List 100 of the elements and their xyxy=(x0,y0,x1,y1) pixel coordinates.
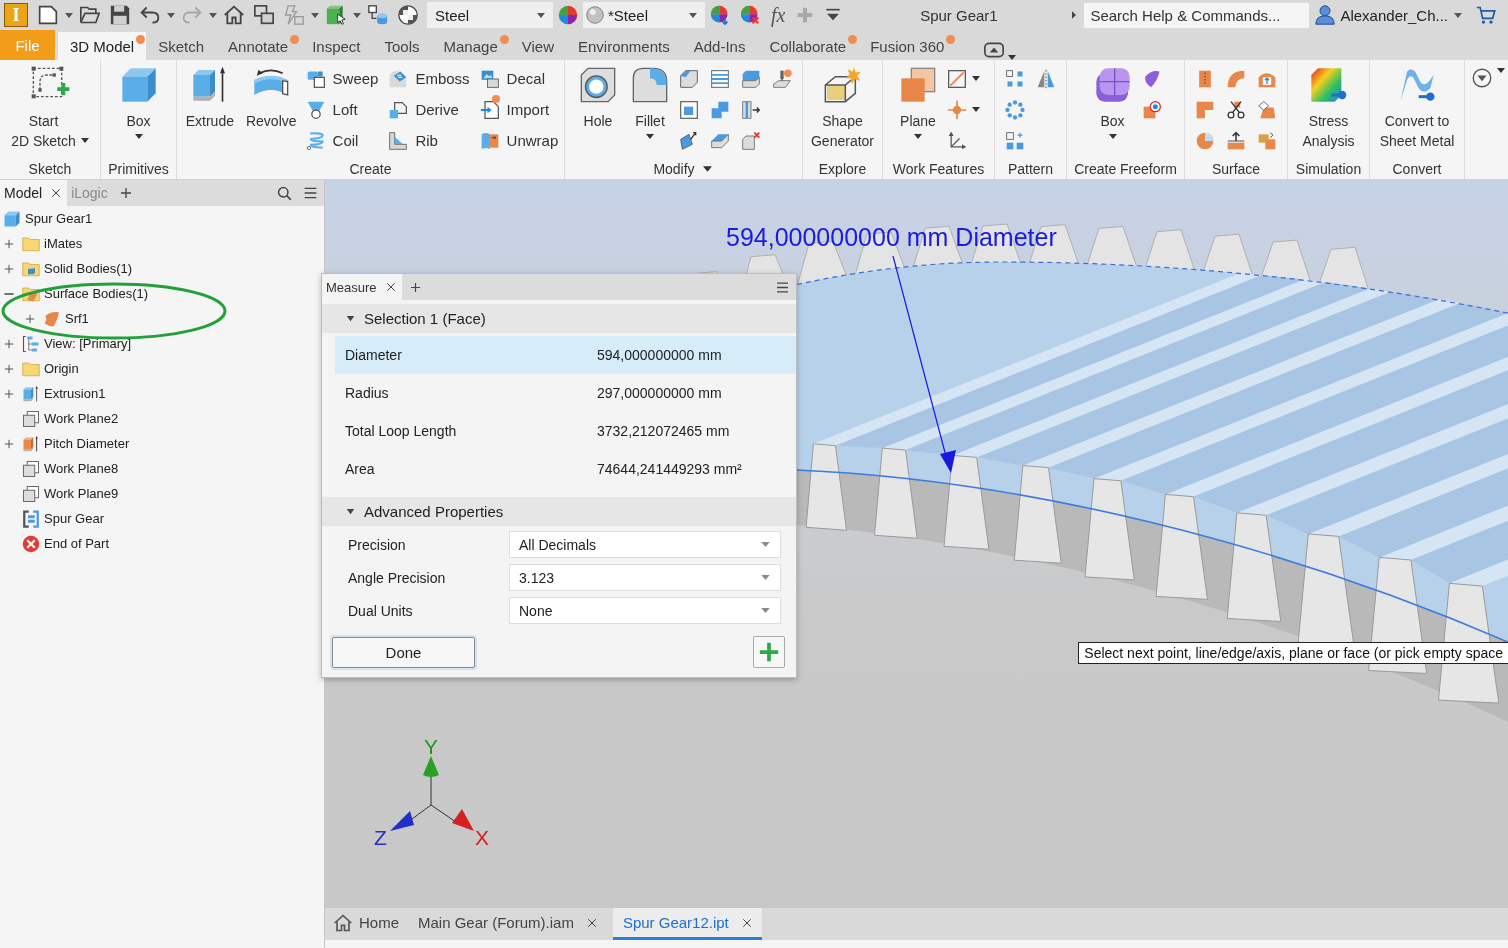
result-row[interactable]: Radius 297,000000000 mm xyxy=(335,374,796,412)
stepped-blocks-icon[interactable] xyxy=(710,99,730,120)
tree-item[interactable]: iMates xyxy=(44,236,83,251)
tool-button[interactable]: Stress Analysis xyxy=(1299,63,1358,159)
tool-button[interactable]: Unwrap xyxy=(479,125,559,156)
material-dropdown[interactable]: Steel xyxy=(427,2,553,28)
tree-item[interactable]: Work Plane8 xyxy=(44,461,119,476)
cart-icon[interactable] xyxy=(1476,5,1496,25)
expand-icon[interactable] xyxy=(25,313,35,324)
expand-icon[interactable] xyxy=(4,388,14,399)
caret-icon[interactable] xyxy=(167,12,175,18)
dropdown-field[interactable]: All Decimals xyxy=(509,531,781,558)
caret-icon[interactable] xyxy=(311,12,319,18)
menu-icon[interactable] xyxy=(775,280,790,294)
tree-item[interactable]: Srf1 xyxy=(65,311,89,326)
tree-item[interactable]: Spur Gear1 xyxy=(25,211,93,226)
block-circle-icon[interactable] xyxy=(1141,99,1162,120)
user-name[interactable]: Alexander_Ch... xyxy=(1340,6,1448,24)
close-icon[interactable] xyxy=(51,188,62,198)
caret-icon[interactable] xyxy=(702,166,712,172)
tree-item[interactable]: View: [Primary] xyxy=(44,336,132,351)
section-header[interactable]: Advanced Properties xyxy=(322,497,796,526)
appearance-dropdown[interactable]: *Steel xyxy=(583,2,705,28)
tool-button[interactable]: Hole xyxy=(575,63,621,159)
caret-icon[interactable] xyxy=(1497,68,1505,73)
ribbon-tab[interactable]: Environments xyxy=(566,32,682,60)
hue-wheel-cross-icon[interactable] xyxy=(740,5,760,25)
tool-button[interactable]: Import xyxy=(479,94,559,125)
mirror-triangles-icon[interactable] xyxy=(1036,68,1056,89)
ribbon-tab[interactable]: Inspect xyxy=(300,32,373,60)
caret-icon[interactable] xyxy=(209,12,217,18)
ribbon-tab[interactable]: View xyxy=(509,32,566,60)
pin-icon[interactable] xyxy=(772,68,792,89)
close-icon[interactable] xyxy=(385,282,396,292)
ribbon-tab[interactable]: Sketch xyxy=(146,32,217,60)
ribbon-tab[interactable]: Manage xyxy=(431,32,510,60)
plus-icon[interactable] xyxy=(409,281,421,293)
result-row[interactable]: Diameter 594,000000000 mm xyxy=(335,336,796,374)
overlapping-windows-icon[interactable] xyxy=(254,5,274,25)
checkered-sphere-icon[interactable] xyxy=(398,5,418,25)
tool-button[interactable]: Decal xyxy=(479,63,559,94)
home-icon[interactable] xyxy=(224,5,244,25)
plus-icon[interactable] xyxy=(119,187,132,199)
close-icon[interactable] xyxy=(741,917,752,928)
caret-icon[interactable] xyxy=(353,12,361,18)
tree-item[interactable]: Work Plane2 xyxy=(44,411,119,426)
tilted-block-icon[interactable] xyxy=(679,130,699,151)
expand-icon[interactable] xyxy=(4,263,14,274)
axes-icon[interactable] xyxy=(947,130,967,151)
tool-button[interactable]: Plane xyxy=(895,63,941,159)
caret-icon[interactable] xyxy=(65,12,73,18)
cube-cursor-icon[interactable] xyxy=(326,5,346,25)
split-block-icon[interactable] xyxy=(741,99,761,120)
close-icon[interactable] xyxy=(586,917,597,928)
beveled-cube-icon[interactable] xyxy=(679,68,699,89)
ribbon-tab[interactable]: 3D Model xyxy=(58,32,147,60)
done-button[interactable]: Done xyxy=(332,636,475,668)
tree-item[interactable]: Pitch Diameter xyxy=(44,436,130,451)
stacked-slabs-icon[interactable] xyxy=(741,68,761,89)
ribbon-tab[interactable]: Fusion 360 xyxy=(858,32,957,60)
square-in-square-icon[interactable] xyxy=(679,99,699,120)
save-icon[interactable] xyxy=(110,5,130,25)
document-tab[interactable]: Main Gear (Forum).iam xyxy=(415,908,607,940)
tool-button[interactable]: Box xyxy=(115,63,162,159)
caret-icon[interactable] xyxy=(1454,12,1462,18)
caret-icon[interactable] xyxy=(972,76,980,81)
tool-button[interactable]: Extrude xyxy=(182,63,237,159)
folder-icon[interactable] xyxy=(80,5,100,25)
ribbon-tab[interactable]: Add-Ins xyxy=(681,32,758,60)
new-file-icon[interactable] xyxy=(38,5,58,25)
result-row[interactable]: Area 74644,241449293 mm² xyxy=(335,450,796,488)
expand-icon[interactable] xyxy=(4,438,14,449)
customize-icon[interactable] xyxy=(825,7,842,23)
scissors-icon[interactable] xyxy=(1226,99,1246,120)
menu-icon[interactable] xyxy=(303,186,318,200)
tree-item[interactable]: Origin xyxy=(44,361,79,376)
dropdown-field[interactable]: None xyxy=(509,597,781,624)
search-icon[interactable] xyxy=(277,185,292,201)
tool-button[interactable]: Convert to Sheet Metal xyxy=(1376,63,1458,159)
diagonal-line-icon[interactable] xyxy=(947,68,967,89)
tool-button[interactable]: Emboss xyxy=(388,63,470,94)
tool-button[interactable]: Shape Generator xyxy=(807,63,877,159)
block-cross-icon[interactable] xyxy=(741,130,761,151)
ribbon-tab[interactable]: Tools xyxy=(372,32,432,60)
document-tab[interactable]: Spur Gear12.ipt xyxy=(612,908,762,940)
database-link-icon[interactable] xyxy=(368,5,388,25)
tool-button[interactable]: Fillet xyxy=(627,63,673,159)
circle-caret-icon[interactable] xyxy=(1472,68,1492,88)
tool-button[interactable]: Sweep xyxy=(305,63,379,94)
browser-tab[interactable]: Model xyxy=(0,180,68,206)
expand-icon[interactable] xyxy=(4,238,14,249)
tree-item[interactable]: Solid Bodies(1) xyxy=(44,261,133,276)
squares-pattern-icon[interactable] xyxy=(1005,130,1025,151)
tool-button[interactable]: Revolve xyxy=(242,63,300,159)
document-tab[interactable]: Home xyxy=(331,908,409,940)
up-arrow-slab-icon[interactable] xyxy=(1226,130,1246,151)
tool-button[interactable]: Start 2D Sketch xyxy=(8,63,92,159)
dropdown-field[interactable]: 3.123 xyxy=(509,564,781,591)
tool-button[interactable]: Derive xyxy=(388,94,470,125)
tool-button[interactable]: Rib xyxy=(388,125,470,156)
